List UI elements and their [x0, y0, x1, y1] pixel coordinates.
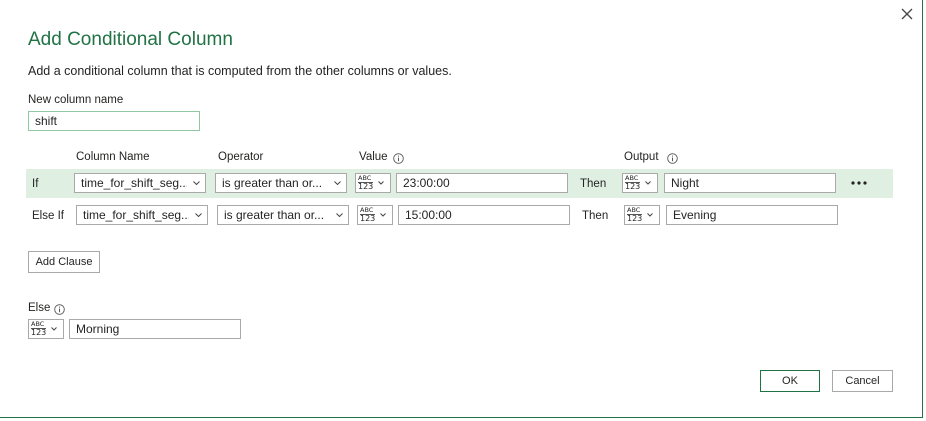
abc-123-icon: ABC 123: [627, 206, 643, 223]
if-output-type-button[interactable]: ABC 123: [622, 173, 658, 193]
else-info-icon[interactable]: [54, 304, 65, 315]
else-if-then-label: Then: [582, 210, 609, 222]
value-header: Value: [359, 151, 388, 163]
abc-123-icon: ABC 123: [358, 174, 374, 191]
close-button[interactable]: [896, 3, 918, 25]
else-if-operator-dropdown[interactable]: is greater than or...: [217, 205, 349, 225]
chevron-down-icon: [647, 213, 654, 217]
chevron-down-icon: [194, 213, 202, 217]
cancel-button[interactable]: Cancel: [832, 370, 893, 392]
new-column-name-input[interactable]: [28, 111, 200, 131]
chevron-down-icon: [645, 181, 652, 185]
if-output-input[interactable]: [664, 173, 836, 193]
new-column-name-label: New column name: [28, 94, 124, 106]
else-if-operator-value: is greater than or...: [224, 208, 325, 222]
ok-button[interactable]: OK: [760, 370, 820, 392]
else-value-input[interactable]: [69, 319, 241, 339]
add-conditional-column-dialog: Add Conditional Column Add a conditional…: [0, 0, 923, 418]
output-header: Output: [624, 151, 659, 163]
if-column-value: time_for_shift_seg...: [81, 176, 187, 190]
if-column-dropdown[interactable]: time_for_shift_seg...: [74, 173, 206, 193]
abc-123-icon: ABC 123: [360, 206, 376, 223]
chevron-down-icon: [333, 181, 341, 185]
chevron-down-icon: [192, 181, 200, 185]
chevron-down-icon: [378, 181, 385, 185]
more-icon: [851, 181, 867, 185]
value-info-icon[interactable]: [393, 153, 404, 164]
operator-header: Operator: [218, 151, 264, 163]
else-if-column-value: time_for_shift_seg...: [83, 208, 189, 222]
else-if-label: Else If: [32, 210, 64, 222]
output-info-icon[interactable]: [667, 153, 678, 164]
abc-123-icon: ABC 123: [31, 320, 47, 337]
else-if-output-input[interactable]: [666, 205, 838, 225]
else-if-value-input[interactable]: [398, 205, 570, 225]
if-value-type-button[interactable]: ABC 123: [355, 173, 391, 193]
if-operator-dropdown[interactable]: is greater than or...: [215, 173, 347, 193]
clause-more-button[interactable]: [850, 174, 868, 192]
else-type-button[interactable]: ABC 123: [28, 319, 64, 339]
dialog-title: Add Conditional Column: [28, 29, 233, 50]
chevron-down-icon: [51, 327, 58, 331]
add-clause-button[interactable]: Add Clause: [28, 251, 100, 273]
column-name-header: Column Name: [76, 151, 150, 163]
if-label: If: [32, 178, 39, 190]
chevron-down-icon: [380, 213, 387, 217]
chevron-down-icon: [335, 213, 343, 217]
dialog-subtitle: Add a conditional column that is compute…: [28, 64, 452, 78]
else-if-value-type-button[interactable]: ABC 123: [357, 205, 393, 225]
if-operator-value: is greater than or...: [222, 176, 323, 190]
close-icon: [901, 8, 913, 20]
else-if-output-type-button[interactable]: ABC 123: [624, 205, 660, 225]
abc-123-icon: ABC 123: [625, 174, 641, 191]
if-then-label: Then: [580, 178, 607, 190]
else-label: Else: [28, 302, 51, 314]
if-value-input[interactable]: [396, 173, 568, 193]
else-if-column-dropdown[interactable]: time_for_shift_seg...: [76, 205, 208, 225]
